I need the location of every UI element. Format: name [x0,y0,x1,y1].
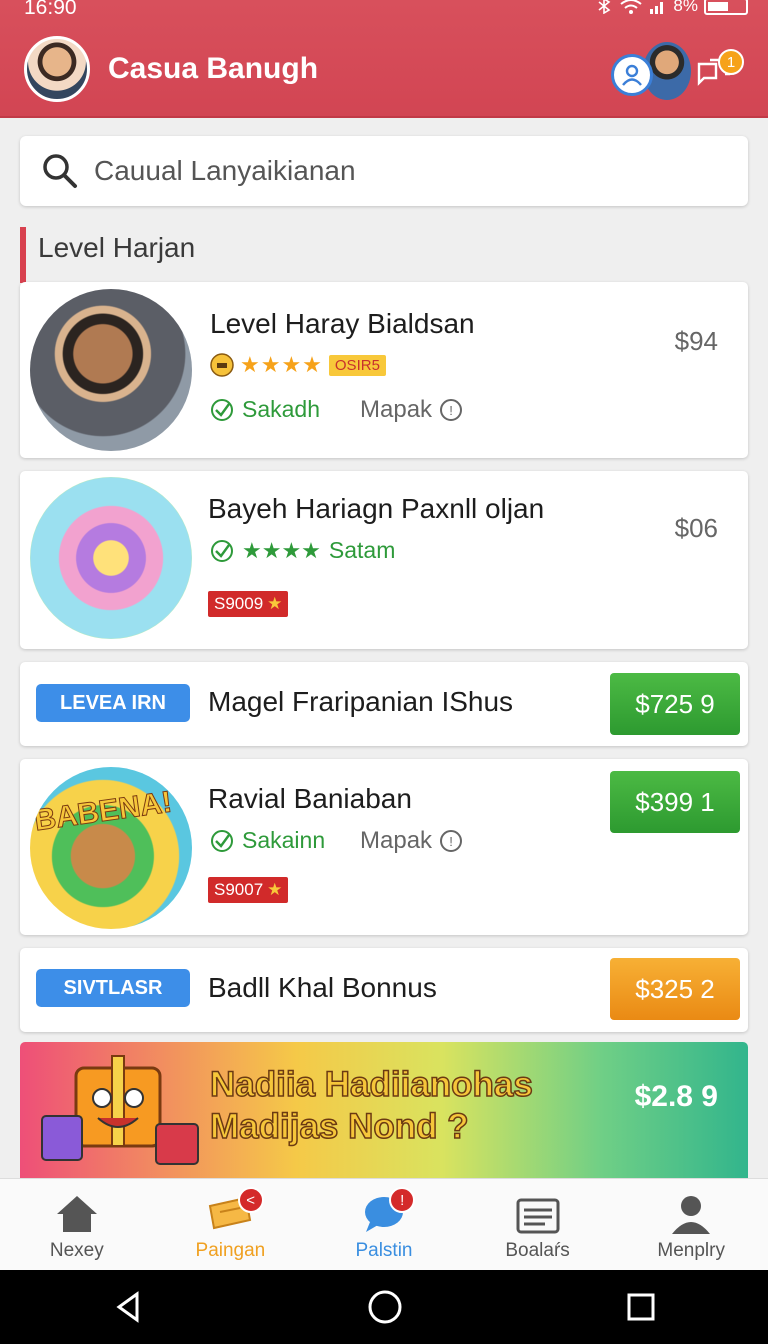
star-rating: ★★★★ [240,352,323,377]
back-icon[interactable] [111,1290,145,1324]
nav-label: Boalaŕs [505,1240,570,1261]
info-icon: ! [440,830,463,852]
nav-item-boards[interactable]: Boalaŕs [461,1179,615,1270]
status-verified: Sakadh [210,396,320,423]
status-label: Sakadh [242,396,321,422]
banner-headline: Nadiia Hadiianohas Madijas Nond ? [209,1064,533,1148]
status-verified: Sakainn [210,827,325,854]
status-time: 16:90 [24,0,77,19]
banner-line-2: Madijas Nond ? [209,1106,469,1147]
offer-price: $94 [674,326,718,356]
price-button[interactable]: $725 9 [610,673,740,735]
home-icon [56,1196,97,1232]
price-button[interactable]: $399 1 [610,771,740,833]
offer-title: Bayeh Hariagn Paxnll oljan [208,493,545,524]
offer-title: Ravial Baniaban [208,783,412,814]
person-icon [672,1196,711,1234]
nav-label: Menplry [657,1240,725,1261]
search-bar [20,136,748,206]
star-icon: ★ [267,880,283,899]
offer-card[interactable]: BABENA! Ravial Baniaban $399 1 Sakainn M… [20,759,748,935]
status-icons: 8% [595,0,748,16]
battery-percent: 8% [673,0,698,15]
code-label: S9009 [214,594,264,613]
status-label: Satam [328,537,396,563]
status-label: Sakainn [242,827,326,853]
user-icon [622,64,642,86]
nav-badge: < [237,1187,264,1213]
notification-badge: 1 [718,49,744,75]
offer-row[interactable]: LEVEA IRN Magel Fraripanian IShus $725 9 [20,662,748,746]
star-icon: ★ [267,594,283,613]
promo-banner[interactable]: Nadiia Hadiianohas Madijas Nond ? $2.8 9 [20,1042,748,1178]
bluetooth-icon [598,0,611,14]
check-circle-icon [211,539,233,562]
price-button[interactable]: $325 2 [610,958,740,1020]
app-header: 16:90 8% Casua Banugh 1 [0,0,768,118]
app-title: Casua Banugh [108,52,319,85]
offer-title: Level Haray Bialdsan [210,308,475,339]
offer-price: $06 [674,513,718,543]
level-pill: LEVEA IRN [36,684,190,722]
rating-row: ★★★★ OSIR5 [210,352,386,378]
search-input[interactable] [94,155,714,187]
recents-icon[interactable] [625,1291,657,1323]
map-label: Mapak [360,396,433,423]
art-text: BABENA! [32,785,175,838]
board-icon [516,1198,560,1234]
search-icon[interactable] [40,151,80,191]
nav-label: Nexey [49,1240,104,1261]
nav-item-profile[interactable]: Menplry [614,1179,768,1270]
info-icon: ! [440,399,463,421]
offer-thumbnail [30,289,192,451]
profile-avatar[interactable] [24,36,90,102]
wifi-icon [620,0,643,14]
rating-row: ★★★★ Satam [210,537,395,564]
check-circle-icon [211,398,233,421]
code-tag: S9009 ★ [208,591,289,617]
map-link[interactable]: Mapak ! [360,827,463,855]
box-thumbnail: BABENA! [30,767,192,929]
home-circle-icon[interactable] [367,1289,403,1325]
banner-price: $2.8 9 [634,1080,718,1113]
nav-label: Paingan [195,1240,266,1261]
offer-card[interactable]: Bayeh Hariagn Paxnll oljan $06 ★★★★ Sata… [20,471,748,649]
rank-tag: OSIR5 [328,354,386,376]
offer-card[interactable]: Level Haray Bialdsan $94 ★★★★ OSIR5 Saka… [20,282,748,458]
star-rating: ★★★★ [242,537,321,563]
map-label: Mapak [360,827,433,854]
gift-mascot-icon [41,1055,199,1165]
offer-title: Magel Fraripanian IShus [208,686,514,717]
offer-row[interactable]: SIVTLASR Badll Khal Bonnus $325 2 [20,948,748,1032]
banner-line-1: Nadiia Hadiianohas [209,1064,533,1105]
nav-item-tickets[interactable]: < Paingan [154,1179,308,1270]
section-accent [20,227,26,283]
code-label: S9007 [214,880,264,899]
emoji-icon [210,353,234,377]
offer-title: Badll Khal Bonnus [208,972,437,1003]
level-pill: SIVTLASR [36,969,190,1007]
bottom-navigation: Nexey < Paingan ! Palstin Boalaŕs Menplr… [0,1178,768,1270]
map-link[interactable]: Mapak ! [360,396,463,424]
code-tag: S9007 ★ [208,877,289,903]
nav-badge: ! [389,1187,416,1213]
check-circle-icon [211,829,233,852]
nav-item-chat[interactable]: ! Palstin [307,1179,461,1270]
nav-item-home[interactable]: Nexey [0,1179,154,1270]
battery-icon [704,0,748,15]
system-navigation [0,1270,768,1344]
nav-label: Palstin [355,1240,413,1261]
section-title: Level Harjan [38,232,196,263]
signal-icon [650,2,664,14]
gift-thumbnail [30,477,192,639]
account-button[interactable] [611,54,653,96]
